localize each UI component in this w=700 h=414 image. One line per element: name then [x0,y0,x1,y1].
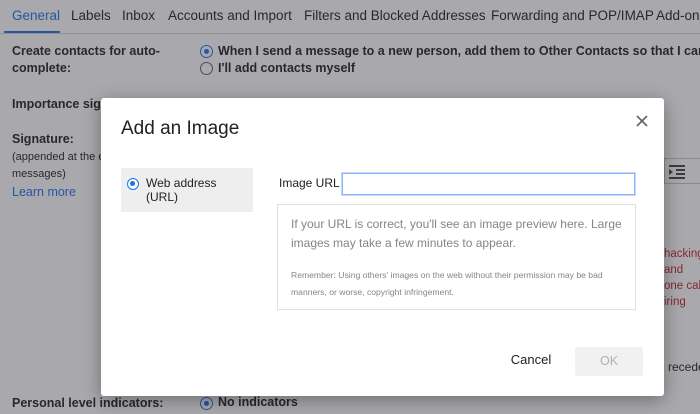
image-url-input[interactable] [341,172,636,196]
source-option-web-address[interactable]: Web address (URL) [121,168,253,212]
source-option-label: Web address (URL) [146,176,217,204]
ok-button[interactable]: OK [575,347,643,376]
copyright-note: Remember: Using others' images on the we… [291,270,603,297]
image-url-label: Image URL [279,176,340,190]
close-button[interactable] [631,110,653,132]
image-preview-area: If your URL is correct, you'll see an im… [277,204,636,310]
close-icon [636,115,648,127]
dialog-title: Add an Image [121,118,240,139]
add-image-dialog: Add an Image Web address (URL) Image URL… [101,98,664,396]
preview-hint-text: If your URL is correct, you'll see an im… [291,217,622,250]
radio-selected-icon[interactable] [127,178,139,190]
cancel-button[interactable]: Cancel [506,348,556,372]
